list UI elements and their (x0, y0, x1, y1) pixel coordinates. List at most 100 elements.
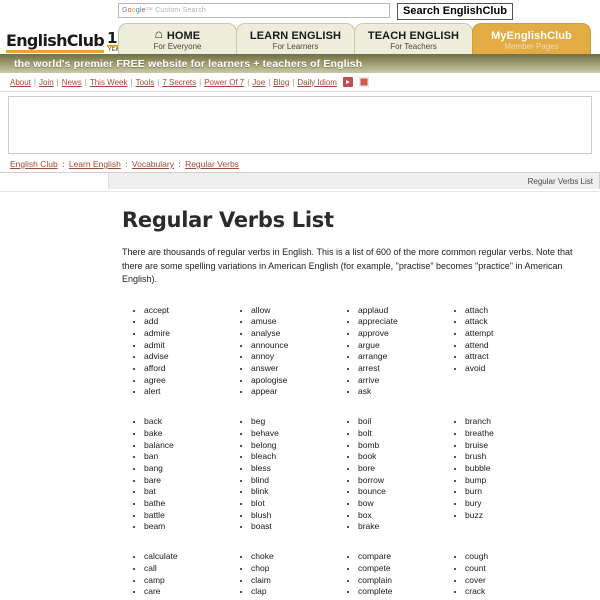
verb-item: branch (465, 416, 550, 428)
search-placeholder: Google™ Custom Search (122, 7, 206, 14)
verb-item: blind (251, 475, 336, 487)
verb-item: agree (144, 375, 229, 387)
breadcrumb-link-regular-verbs[interactable]: Regular Verbs (185, 159, 239, 169)
verb-item: burn (465, 486, 550, 498)
verb-item: avoid (465, 363, 550, 375)
verb-column: boilboltbombbookboreborrowbouncebowboxbr… (336, 416, 443, 533)
verb-item: bruise (465, 440, 550, 452)
verb-list: backbakebalancebanbangbarebatbathebattle… (122, 416, 229, 533)
verb-item: complete (358, 586, 443, 598)
page-label-bar: Regular Verbs List (108, 173, 600, 189)
left-rail (0, 173, 108, 191)
search-input[interactable]: Google™ Custom Search (118, 3, 390, 18)
subnav-link-blog[interactable]: Blog (273, 78, 289, 87)
subnav-separator: | (56, 77, 59, 87)
verb-item: compete (358, 563, 443, 575)
breadcrumb-link-english-club[interactable]: English Club (10, 159, 58, 169)
verb-list: applaudappreciateapprovearguearrangearre… (336, 305, 443, 399)
site-logo[interactable]: EnglishClub 16 YEARS (0, 20, 128, 54)
tab-home[interactable]: ☖ HOME For Everyone (118, 23, 237, 54)
verb-item: attack (465, 316, 550, 328)
main-tabs: ☖ HOME For Everyone LEARN ENGLISH For Le… (118, 20, 591, 54)
verb-item: bang (144, 463, 229, 475)
verb-item: behave (251, 428, 336, 440)
verb-item: bat (144, 486, 229, 498)
tab-teach-english[interactable]: TEACH ENGLISH For Teachers (354, 23, 473, 54)
breadcrumb-link-vocabulary[interactable]: Vocabulary (132, 159, 174, 169)
verb-item: brush (465, 451, 550, 463)
verb-column: backbakebalancebanbangbarebatbathebattle… (122, 416, 229, 533)
site-tagline-banner: the world's premier FREE website for lea… (0, 54, 600, 73)
search-button[interactable]: Search EnglishClub (397, 3, 513, 20)
breadcrumb-separator: : (175, 159, 184, 169)
verb-item: crack (465, 586, 550, 598)
subnav-link-tools[interactable]: Tools (136, 78, 155, 87)
tab-myenglishclub[interactable]: MyEnglishClub Member Pages (472, 23, 591, 54)
subnav-link-joe[interactable]: Joe (252, 78, 265, 87)
verb-item: bathe (144, 498, 229, 510)
verb-item: back (144, 416, 229, 428)
subnav-link-join[interactable]: Join (39, 78, 54, 87)
verb-item: bomb (358, 440, 443, 452)
home-icon: ☖ (154, 30, 163, 40)
verb-list: attachattackattemptattendattractavoid (443, 305, 550, 375)
verb-column: begbehavebelongbleachblessblindblinkblot… (229, 416, 336, 533)
page-label-row: Regular Verbs List (0, 173, 600, 192)
verb-item: bake (144, 428, 229, 440)
verb-column: applaudappreciateapprovearguearrangearre… (336, 305, 443, 399)
verb-item: bubble (465, 463, 550, 475)
verb-item: beam (144, 521, 229, 533)
verb-list: chokechopclaimclapclean (229, 551, 336, 600)
verb-item: claim (251, 575, 336, 587)
verb-column: attachattackattemptattendattractavoid (443, 305, 550, 399)
verb-list: calculatecallcampcarecarry (122, 551, 229, 600)
verb-item: call (144, 563, 229, 575)
verb-column: acceptaddadmireadmitadviseaffordagreeale… (122, 305, 229, 399)
youtube-icon[interactable] (342, 77, 353, 87)
subnav-link-power-of-7[interactable]: Power Of 7 (204, 78, 244, 87)
verb-group-c: calculatecallcampcarecarrychokechopclaim… (122, 551, 586, 600)
verb-item: arrest (358, 363, 443, 375)
verb-item: ask (358, 386, 443, 398)
verb-item: attach (465, 305, 550, 317)
subnav-separator: | (268, 77, 271, 87)
subnav-link-this-week[interactable]: This Week (90, 78, 128, 87)
verb-item: analyse (251, 328, 336, 340)
verb-item: alert (144, 386, 229, 398)
article-intro: There are thousands of regular verbs in … (122, 247, 573, 284)
tab-learn-english-sublabel: For Learners (272, 41, 319, 51)
verb-item: applaud (358, 305, 443, 317)
verb-item: bare (144, 475, 229, 487)
verb-item: attempt (465, 328, 550, 340)
search-placeholder-suffix: ™ Custom Search (145, 7, 206, 14)
social-icon[interactable] (358, 77, 369, 87)
verb-item: bleach (251, 451, 336, 463)
verb-list: begbehavebelongbleachblessblindblinkblot… (229, 416, 336, 533)
verb-item: calculate (144, 551, 229, 563)
verb-item: approve (358, 328, 443, 340)
tab-learn-english[interactable]: LEARN ENGLISH For Learners (236, 23, 355, 54)
verb-item: answer (251, 363, 336, 375)
verb-item: care (144, 586, 229, 598)
subnav-link-7-secrets[interactable]: 7 Secrets (162, 78, 196, 87)
verb-item: accept (144, 305, 229, 317)
verb-item: camp (144, 575, 229, 587)
subnav-link-about[interactable]: About (10, 78, 31, 87)
verb-group-b: backbakebalancebanbangbarebatbathebattle… (122, 416, 586, 533)
verb-item: breathe (465, 428, 550, 440)
verb-column: calculatecallcampcarecarry (122, 551, 229, 600)
verb-item: chop (251, 563, 336, 575)
verb-list: allowamuseanalyseannounceannoyanswerapol… (229, 305, 336, 399)
subnav-link-news[interactable]: News (62, 78, 82, 87)
verb-item: bore (358, 463, 443, 475)
breadcrumb-separator: : (59, 159, 67, 169)
verb-item: admit (144, 340, 229, 352)
breadcrumb-link-learn-english[interactable]: Learn English (69, 159, 121, 169)
subnav-link-daily-idiom[interactable]: Daily Idiom (297, 78, 337, 87)
verb-item: bounce (358, 486, 443, 498)
logo-wordmark: EnglishClub (6, 33, 105, 53)
verb-item: appreciate (358, 316, 443, 328)
secondary-navigation: About | Join | News | This Week | Tools | 7 Secret… (0, 73, 600, 92)
verb-item: announce (251, 340, 336, 352)
verb-item: ban (144, 451, 229, 463)
